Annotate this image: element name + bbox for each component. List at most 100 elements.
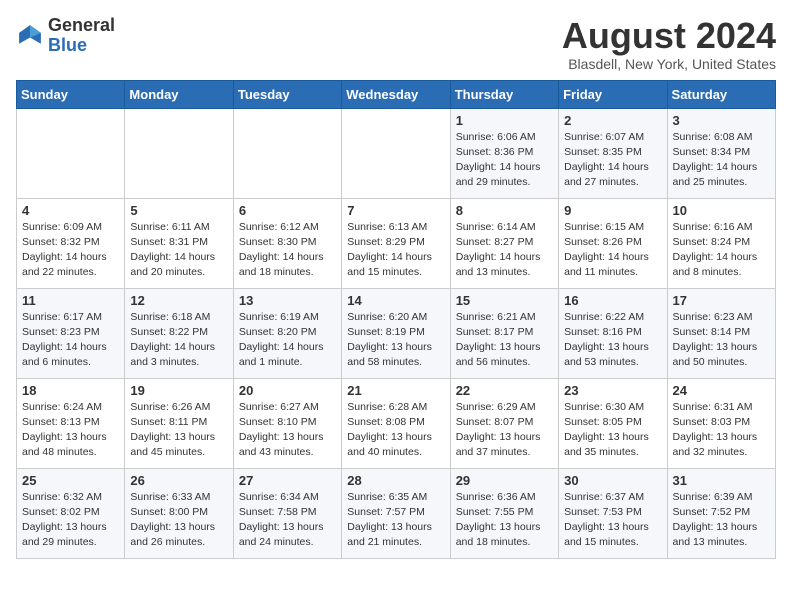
calendar-cell: 13 Sunrise: 6:19 AMSunset: 8:20 PMDayligh… <box>233 288 341 378</box>
day-number: 19 <box>130 383 227 398</box>
day-header-saturday: Saturday <box>667 80 775 108</box>
day-info: Sunrise: 6:24 AMSunset: 8:13 PMDaylight:… <box>22 400 119 461</box>
day-number: 28 <box>347 473 444 488</box>
day-info: Sunrise: 6:21 AMSunset: 8:17 PMDaylight:… <box>456 310 553 371</box>
calendar-header-row: SundayMondayTuesdayWednesdayThursdayFrid… <box>17 80 776 108</box>
day-info: Sunrise: 6:35 AMSunset: 7:57 PMDaylight:… <box>347 490 444 551</box>
day-info: Sunrise: 6:09 AMSunset: 8:32 PMDaylight:… <box>22 220 119 281</box>
calendar-cell: 5 Sunrise: 6:11 AMSunset: 8:31 PMDaylight… <box>125 198 233 288</box>
calendar-cell: 18 Sunrise: 6:24 AMSunset: 8:13 PMDayligh… <box>17 378 125 468</box>
day-info: Sunrise: 6:37 AMSunset: 7:53 PMDaylight:… <box>564 490 661 551</box>
day-number: 12 <box>130 293 227 308</box>
day-info: Sunrise: 6:34 AMSunset: 7:58 PMDaylight:… <box>239 490 336 551</box>
day-number: 8 <box>456 203 553 218</box>
calendar-cell: 23Sunrise: 6:30 AMSunset: 8:05 PMDayligh… <box>559 378 667 468</box>
day-number: 11 <box>22 293 119 308</box>
calendar-cell: 20Sunrise: 6:27 AMSunset: 8:10 PMDayligh… <box>233 378 341 468</box>
calendar-week-row: 1Sunrise: 6:06 AMSunset: 8:36 PMDaylight… <box>17 108 776 198</box>
day-info: Sunrise: 6:32 AMSunset: 8:02 PMDaylight:… <box>22 490 119 551</box>
day-info: Sunrise: 6:26 AMSunset: 8:11 PMDaylight:… <box>130 400 227 461</box>
calendar-cell: 19 Sunrise: 6:26 AMSunset: 8:11 PMDayligh… <box>125 378 233 468</box>
day-info: Sunrise: 6:15 AMSunset: 8:26 PMDaylight:… <box>564 220 661 281</box>
calendar-cell: 15 Sunrise: 6:21 AMSunset: 8:17 PMDayligh… <box>450 288 558 378</box>
day-number: 20 <box>239 383 336 398</box>
day-number: 2 <box>564 113 661 128</box>
day-info: Sunrise: 6:36 AMSunset: 7:55 PMDaylight:… <box>456 490 553 551</box>
logo-icon <box>16 22 44 50</box>
day-header-tuesday: Tuesday <box>233 80 341 108</box>
day-header-thursday: Thursday <box>450 80 558 108</box>
calendar-cell: 12Sunrise: 6:18 AMSunset: 8:22 PMDayligh… <box>125 288 233 378</box>
day-info: Sunrise: 6:30 AMSunset: 8:05 PMDaylight:… <box>564 400 661 461</box>
calendar-cell: 2 Sunrise: 6:07 AMSunset: 8:35 PMDaylight… <box>559 108 667 198</box>
calendar-cell: 10Sunrise: 6:16 AMSunset: 8:24 PMDayligh… <box>667 198 775 288</box>
calendar-cell: 17 Sunrise: 6:23 AMSunset: 8:14 PMDayligh… <box>667 288 775 378</box>
day-info: Sunrise: 6:31 AMSunset: 8:03 PMDaylight:… <box>673 400 770 461</box>
day-number: 1 <box>456 113 553 128</box>
month-year-title: August 2024 <box>562 16 776 56</box>
day-info: Sunrise: 6:19 AMSunset: 8:20 PMDaylight:… <box>239 310 336 371</box>
calendar-week-row: 11 Sunrise: 6:17 AMSunset: 8:23 PMDayligh… <box>17 288 776 378</box>
calendar-cell: 6 Sunrise: 6:12 AMSunset: 8:30 PMDaylight… <box>233 198 341 288</box>
day-number: 14 <box>347 293 444 308</box>
page-header: General Blue August 2024 Blasdell, New Y… <box>16 16 776 72</box>
calendar-cell: 25 Sunrise: 6:32 AMSunset: 8:02 PMDayligh… <box>17 468 125 558</box>
day-number: 17 <box>673 293 770 308</box>
calendar-cell: 24 Sunrise: 6:31 AMSunset: 8:03 PMDayligh… <box>667 378 775 468</box>
day-number: 13 <box>239 293 336 308</box>
calendar-cell: 26 Sunrise: 6:33 AMSunset: 8:00 PMDayligh… <box>125 468 233 558</box>
day-number: 3 <box>673 113 770 128</box>
calendar-cell: 22 Sunrise: 6:29 AMSunset: 8:07 PMDayligh… <box>450 378 558 468</box>
calendar-cell: 11 Sunrise: 6:17 AMSunset: 8:23 PMDayligh… <box>17 288 125 378</box>
day-number: 30 <box>564 473 661 488</box>
calendar-week-row: 18 Sunrise: 6:24 AMSunset: 8:13 PMDayligh… <box>17 378 776 468</box>
day-number: 25 <box>22 473 119 488</box>
calendar-cell: 21 Sunrise: 6:28 AMSunset: 8:08 PMDayligh… <box>342 378 450 468</box>
day-number: 22 <box>456 383 553 398</box>
day-info: Sunrise: 6:23 AMSunset: 8:14 PMDaylight:… <box>673 310 770 371</box>
calendar-cell: 4Sunrise: 6:09 AMSunset: 8:32 PMDaylight… <box>17 198 125 288</box>
day-info: Sunrise: 6:08 AMSunset: 8:34 PMDaylight:… <box>673 130 770 191</box>
title-block: August 2024 Blasdell, New York, United S… <box>562 16 776 72</box>
day-number: 7 <box>347 203 444 218</box>
day-number: 27 <box>239 473 336 488</box>
day-header-friday: Friday <box>559 80 667 108</box>
calendar-cell: 27 Sunrise: 6:34 AMSunset: 7:58 PMDayligh… <box>233 468 341 558</box>
calendar-week-row: 4Sunrise: 6:09 AMSunset: 8:32 PMDaylight… <box>17 198 776 288</box>
calendar-cell: 3 Sunrise: 6:08 AMSunset: 8:34 PMDaylight… <box>667 108 775 198</box>
day-number: 18 <box>22 383 119 398</box>
day-number: 31 <box>673 473 770 488</box>
day-number: 9 <box>564 203 661 218</box>
day-info: Sunrise: 6:13 AMSunset: 8:29 PMDaylight:… <box>347 220 444 281</box>
calendar-cell: 9 Sunrise: 6:15 AMSunset: 8:26 PMDaylight… <box>559 198 667 288</box>
calendar-cell: 7 Sunrise: 6:13 AMSunset: 8:29 PMDaylight… <box>342 198 450 288</box>
day-header-monday: Monday <box>125 80 233 108</box>
calendar-cell <box>342 108 450 198</box>
day-number: 21 <box>347 383 444 398</box>
calendar-cell: 31 Sunrise: 6:39 AMSunset: 7:52 PMDayligh… <box>667 468 775 558</box>
day-info: Sunrise: 6:28 AMSunset: 8:08 PMDaylight:… <box>347 400 444 461</box>
day-number: 16 <box>564 293 661 308</box>
calendar-table: SundayMondayTuesdayWednesdayThursdayFrid… <box>16 80 776 559</box>
day-number: 24 <box>673 383 770 398</box>
calendar-cell <box>233 108 341 198</box>
calendar-cell: 28 Sunrise: 6:35 AMSunset: 7:57 PMDayligh… <box>342 468 450 558</box>
day-info: Sunrise: 6:12 AMSunset: 8:30 PMDaylight:… <box>239 220 336 281</box>
logo: General Blue <box>16 16 115 56</box>
day-number: 6 <box>239 203 336 218</box>
calendar-cell: 14 Sunrise: 6:20 AMSunset: 8:19 PMDayligh… <box>342 288 450 378</box>
day-number: 15 <box>456 293 553 308</box>
day-info: Sunrise: 6:17 AMSunset: 8:23 PMDaylight:… <box>22 310 119 371</box>
day-number: 26 <box>130 473 227 488</box>
day-info: Sunrise: 6:33 AMSunset: 8:00 PMDaylight:… <box>130 490 227 551</box>
calendar-cell: 29Sunrise: 6:36 AMSunset: 7:55 PMDayligh… <box>450 468 558 558</box>
day-info: Sunrise: 6:11 AMSunset: 8:31 PMDaylight:… <box>130 220 227 281</box>
calendar-cell: 1Sunrise: 6:06 AMSunset: 8:36 PMDaylight… <box>450 108 558 198</box>
day-info: Sunrise: 6:29 AMSunset: 8:07 PMDaylight:… <box>456 400 553 461</box>
day-info: Sunrise: 6:39 AMSunset: 7:52 PMDaylight:… <box>673 490 770 551</box>
day-info: Sunrise: 6:20 AMSunset: 8:19 PMDaylight:… <box>347 310 444 371</box>
day-info: Sunrise: 6:07 AMSunset: 8:35 PMDaylight:… <box>564 130 661 191</box>
day-number: 5 <box>130 203 227 218</box>
calendar-cell: 8Sunrise: 6:14 AMSunset: 8:27 PMDaylight… <box>450 198 558 288</box>
calendar-cell: 30 Sunrise: 6:37 AMSunset: 7:53 PMDayligh… <box>559 468 667 558</box>
